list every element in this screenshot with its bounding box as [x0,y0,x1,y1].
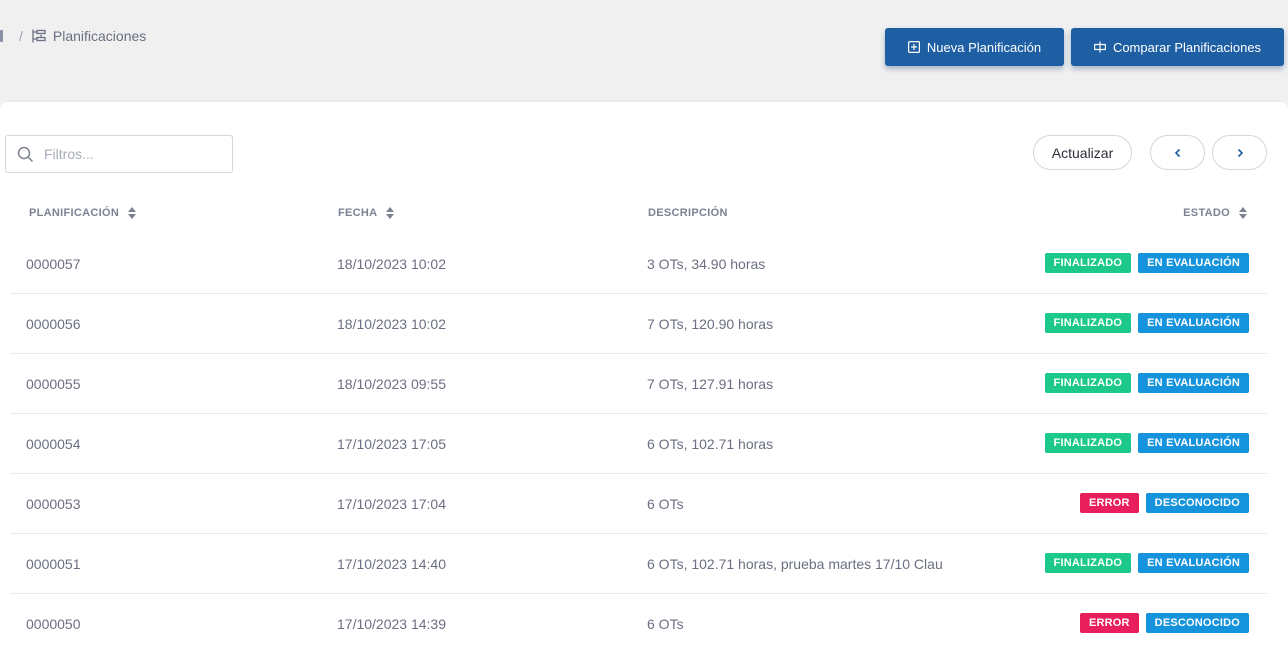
status-badge: FINALIZADO [1044,433,1132,453]
column-header-descripcion-label: DESCRIPCIÓN [648,207,728,219]
column-header-fecha[interactable]: FECHA [338,207,395,219]
status-badge: ERROR [1079,613,1139,633]
chevron-left-icon [1174,148,1180,157]
column-header-estado[interactable]: ESTADO [1183,207,1247,219]
cell-estado: FINALIZADO EN EVALUACIÓN [1044,373,1249,393]
cell-estado: FINALIZADO EN EVALUACIÓN [1044,253,1249,273]
column-header-estado-label: ESTADO [1183,207,1230,219]
table-row[interactable]: 0000050 17/10/2023 14:39 6 OTs ERROR DESCONO… [10,594,1267,645]
top-bar: / Planificaciones Nueva Planificación Co… [0,0,1288,100]
column-header-fecha-label: FECHA [338,207,378,219]
compare-plannings-button[interactable]: Comparar Planificaciones [1071,28,1284,66]
refresh-button[interactable]: Actualizar [1033,135,1132,170]
cell-fecha: 17/10/2023 17:04 [337,496,446,512]
table-row[interactable]: 0000051 17/10/2023 14:40 6 OTs, 102.71 hor… [10,534,1267,594]
new-planning-button[interactable]: Nueva Planificación [885,28,1064,66]
status-badge: FINALIZADO [1044,373,1132,393]
cell-descripcion: 3 OTs, 34.90 horas [647,256,766,272]
cell-planificacion[interactable]: 0000057 [26,256,81,272]
cell-estado: ERROR DESCONOCIDO [1079,613,1249,633]
cell-descripcion: 7 OTs, 120.90 horas [647,316,774,332]
status-badge: FINALIZADO [1044,313,1132,333]
evaluation-badge: EN EVALUACIÓN [1138,253,1249,273]
status-badge: ERROR [1079,493,1139,513]
new-planning-label: Nueva Planificación [926,39,1042,55]
table-row[interactable]: 0000057 18/10/2023 10:02 3 OTs, 34.90 hora… [10,234,1267,294]
evaluation-badge: EN EVALUACIÓN [1138,373,1249,393]
previous-page-button[interactable] [1150,135,1205,170]
cell-planificacion[interactable]: 0000051 [26,556,81,572]
column-header-descripcion: DESCRIPCIÓN [648,207,728,219]
cell-descripcion: 6 OTs [647,616,684,632]
breadcrumb-separator: / [19,28,23,44]
breadcrumb-home-icon[interactable] [0,30,3,42]
cell-descripcion: 6 OTs, 102.71 horas, prueba martes 17/10… [647,556,943,572]
cell-planificacion[interactable]: 0000055 [26,376,81,392]
cell-fecha: 18/10/2023 09:55 [337,376,446,392]
cell-fecha: 18/10/2023 10:02 [337,316,446,332]
cell-descripcion: 7 OTs, 127.91 horas [647,376,774,392]
search-box[interactable] [5,135,233,173]
evaluation-badge: DESCONOCIDO [1145,613,1249,633]
column-header-planificacion[interactable]: PLANIFICACIÓN [29,207,137,219]
sort-icon [128,207,137,219]
table-row[interactable]: 0000054 17/10/2023 17:05 6 OTs, 102.71 hor… [10,414,1267,474]
cell-fecha: 17/10/2023 14:39 [337,616,446,632]
cell-planificacion[interactable]: 0000054 [26,436,81,452]
sort-icon [386,207,395,219]
compare-plannings-label: Comparar Planificaciones [1112,39,1262,55]
status-badge: FINALIZADO [1044,553,1132,573]
search-input[interactable] [44,146,224,162]
next-page-button[interactable] [1212,135,1267,170]
evaluation-badge: EN EVALUACIÓN [1138,313,1249,333]
cell-fecha: 18/10/2023 10:02 [337,256,446,272]
cell-estado: ERROR DESCONOCIDO [1079,493,1249,513]
cell-fecha: 17/10/2023 14:40 [337,556,446,572]
status-badge: FINALIZADO [1044,253,1132,273]
cell-planificacion[interactable]: 0000050 [26,616,81,632]
plus-square-icon [907,41,920,53]
cell-estado: FINALIZADO EN EVALUACIÓN [1044,553,1249,573]
cell-planificacion[interactable]: 0000053 [26,496,81,512]
evaluation-badge: EN EVALUACIÓN [1138,433,1249,453]
cell-estado: FINALIZADO EN EVALUACIÓN [1044,433,1249,453]
sort-icon [1239,207,1247,219]
cell-fecha: 17/10/2023 17:05 [337,436,446,452]
compare-icon [1093,41,1106,53]
chevron-right-icon [1237,148,1243,157]
planning-list-icon [31,28,47,44]
evaluation-badge: EN EVALUACIÓN [1138,553,1249,573]
breadcrumb: / Planificaciones [19,28,146,44]
cell-estado: FINALIZADO EN EVALUACIÓN [1044,313,1249,333]
plannings-card: Actualizar PLANIFICACIÓN FECHA DESCRIPCI… [0,102,1288,645]
column-header-planificacion-label: PLANIFICACIÓN [29,207,120,219]
search-icon [17,146,34,162]
evaluation-badge: DESCONOCIDO [1145,493,1249,513]
cell-descripcion: 6 OTs [647,496,684,512]
breadcrumb-current[interactable]: Planificaciones [53,28,146,44]
table-row[interactable]: 0000055 18/10/2023 09:55 7 OTs, 127.91 hor… [10,354,1267,414]
cell-planificacion[interactable]: 0000056 [26,316,81,332]
table-row[interactable]: 0000053 17/10/2023 17:04 6 OTs ERROR DESCONO… [10,474,1267,534]
cell-descripcion: 6 OTs, 102.71 horas [647,436,774,452]
table-row[interactable]: 0000056 18/10/2023 10:02 7 OTs, 120.90 hor… [10,294,1267,354]
